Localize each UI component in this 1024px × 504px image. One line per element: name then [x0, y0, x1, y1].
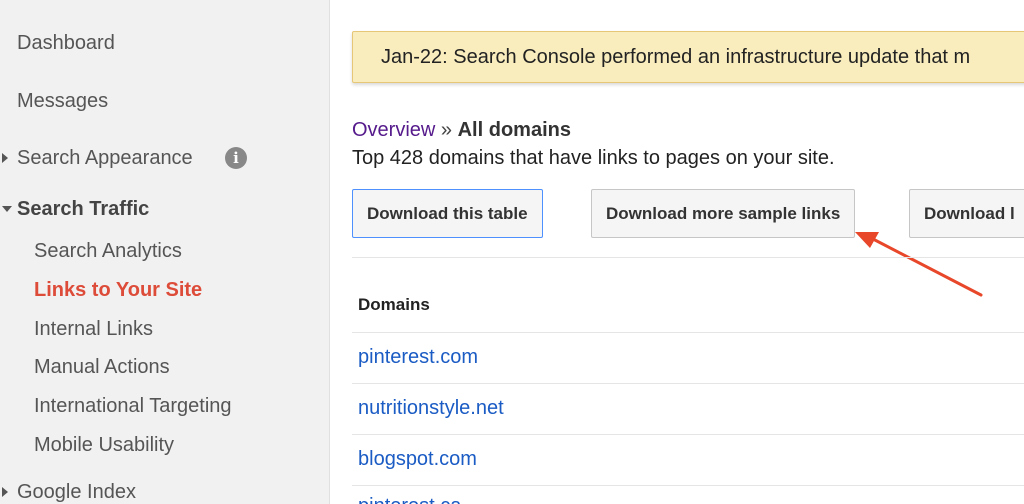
sidebar-item-google-index[interactable]: Google Index [17, 480, 136, 504]
sidebar-item-internal-links[interactable]: Internal Links [34, 317, 153, 341]
table-row-divider [352, 332, 1024, 333]
table-row-domain-link[interactable]: pinterest.ca [358, 495, 461, 504]
download-table-button[interactable]: Download this table [352, 189, 543, 238]
divider [352, 257, 1024, 258]
table-row-domain-link[interactable]: pinterest.com [358, 346, 478, 369]
sidebar-item-manual-actions[interactable]: Manual Actions [34, 355, 170, 379]
sidebar-item-dashboard[interactable]: Dashboard [17, 31, 115, 55]
sidebar-item-search-appearance[interactable]: Search Appearance [17, 146, 193, 170]
download-sample-links-button[interactable]: Download more sample links [591, 189, 856, 238]
sidebar-item-messages[interactable]: Messages [17, 89, 108, 113]
table-row-divider [352, 434, 1024, 435]
sidebar-item-international-targeting[interactable]: International Targeting [34, 394, 232, 418]
main-content: Jan-22: Search Console performed an infr… [331, 0, 1024, 504]
breadcrumb-overview-link[interactable]: Overview [352, 119, 435, 141]
table-row-domain-link[interactable]: nutritionstyle.net [358, 397, 504, 420]
breadcrumb: Overview » All domains [352, 119, 571, 142]
table-header-domains: Domains [358, 295, 430, 314]
breadcrumb-current: All domains [457, 119, 571, 141]
table-row-divider [352, 383, 1024, 384]
sidebar-item-search-traffic[interactable]: Search Traffic [17, 197, 149, 221]
notification-banner: Jan-22: Search Console performed an infr… [352, 31, 1024, 83]
collapse-arrow-icon[interactable] [2, 206, 12, 212]
table-row-divider [352, 485, 1024, 486]
sidebar-item-search-analytics[interactable]: Search Analytics [34, 239, 182, 263]
info-icon[interactable]: i [225, 147, 247, 169]
expand-arrow-icon[interactable] [2, 487, 8, 497]
sidebar: Dashboard Messages Search Appearance i S… [0, 0, 330, 504]
page-subtitle: Top 428 domains that have links to pages… [352, 147, 835, 169]
breadcrumb-separator: » [440, 119, 453, 141]
annotation-arrow-icon [855, 232, 983, 297]
expand-arrow-icon[interactable] [2, 153, 8, 163]
table-row-domain-link[interactable]: blogspot.com [358, 448, 477, 471]
banner-text: Jan-22: Search Console performed an infr… [381, 46, 971, 68]
sidebar-item-links-to-your-site[interactable]: Links to Your Site [34, 278, 202, 302]
sidebar-item-mobile-usability[interactable]: Mobile Usability [34, 433, 174, 457]
